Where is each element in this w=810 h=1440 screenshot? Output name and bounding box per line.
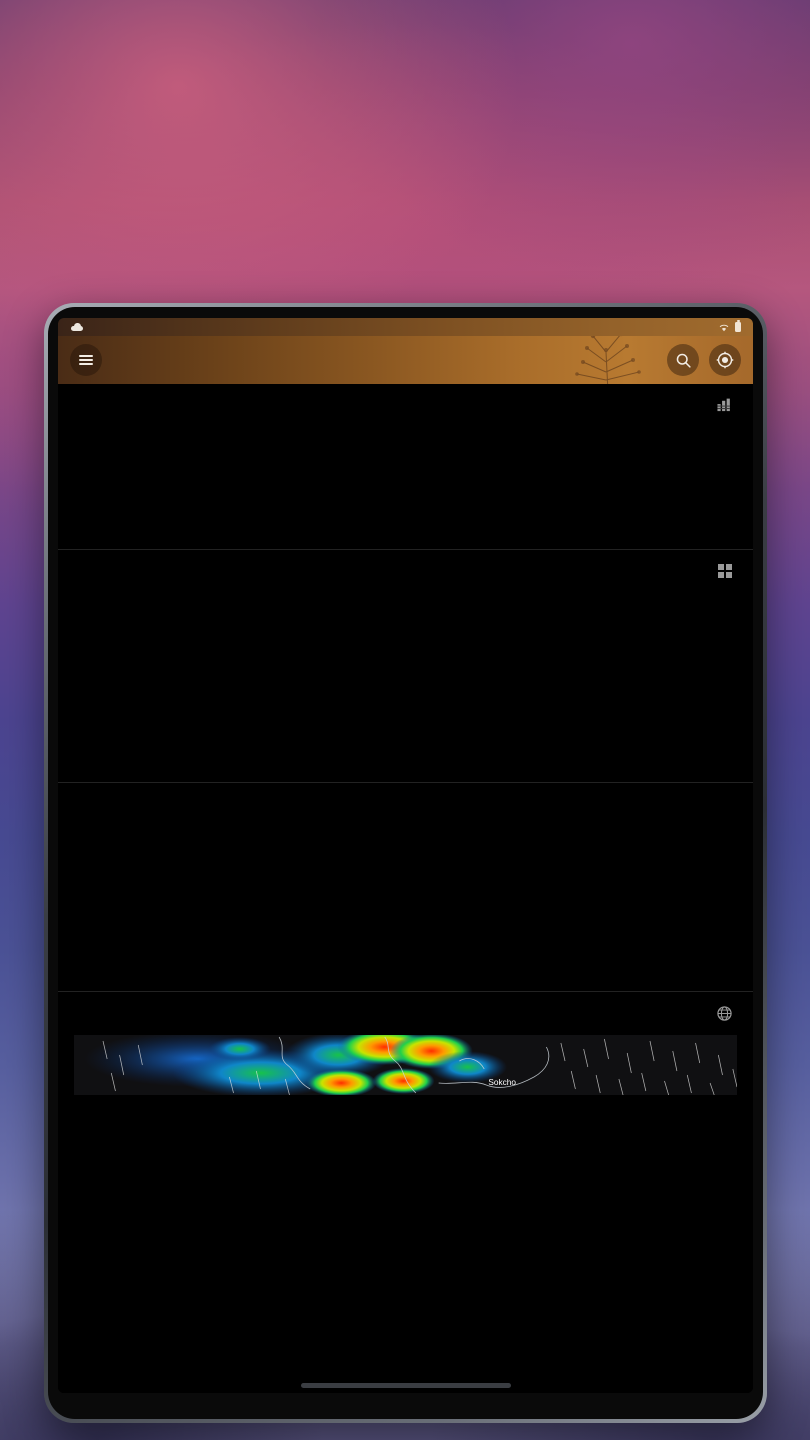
status-bar [58, 318, 753, 336]
hourly-temperature-chart[interactable] [74, 422, 737, 517]
bar-chart-icon [717, 398, 730, 412]
hourly-details-button[interactable] [717, 398, 737, 412]
decorative-twig-image [575, 336, 641, 384]
globe-icon [717, 1006, 732, 1021]
hourly-metric-chips[interactable] [58, 521, 753, 533]
home-indicator [300, 1383, 511, 1388]
search-icon [676, 353, 691, 368]
search-button[interactable] [667, 344, 699, 376]
weather-map-details-button[interactable] [717, 1006, 737, 1021]
tablet-device-frame: Sokcho [44, 303, 767, 1423]
weather-map-header [58, 992, 753, 1031]
daily-metric-chips[interactable] [58, 754, 753, 766]
weather-content-scroll[interactable]: Sokcho [58, 384, 753, 1393]
precip-probability-chart[interactable] [74, 835, 737, 975]
weather-map-preview[interactable]: Sokcho [74, 1035, 737, 1095]
radar-map-image: Sokcho [74, 1035, 737, 1095]
hamburger-menu-icon [79, 363, 93, 366]
device-screen: Sokcho [58, 318, 753, 1393]
precip-probability-header [58, 783, 753, 829]
hourly-section-header [58, 384, 753, 422]
cloud-icon [71, 323, 83, 331]
battery-icon [735, 320, 741, 332]
precip-probability-title [74, 797, 78, 819]
daily-temperature-chart[interactable] [74, 590, 737, 750]
daily-details-button[interactable] [718, 564, 737, 578]
daily-section-header [58, 550, 753, 588]
hamburger-menu-icon [79, 354, 93, 357]
hamburger-menu-icon [79, 359, 93, 361]
app-bar [58, 336, 753, 384]
location-target-icon [716, 351, 734, 369]
current-location-button[interactable] [709, 344, 741, 376]
menu-button[interactable] [70, 344, 102, 376]
map-city-label: Sokcho [488, 1078, 516, 1087]
grid-icon [718, 564, 732, 578]
wifi-icon [719, 324, 729, 331]
